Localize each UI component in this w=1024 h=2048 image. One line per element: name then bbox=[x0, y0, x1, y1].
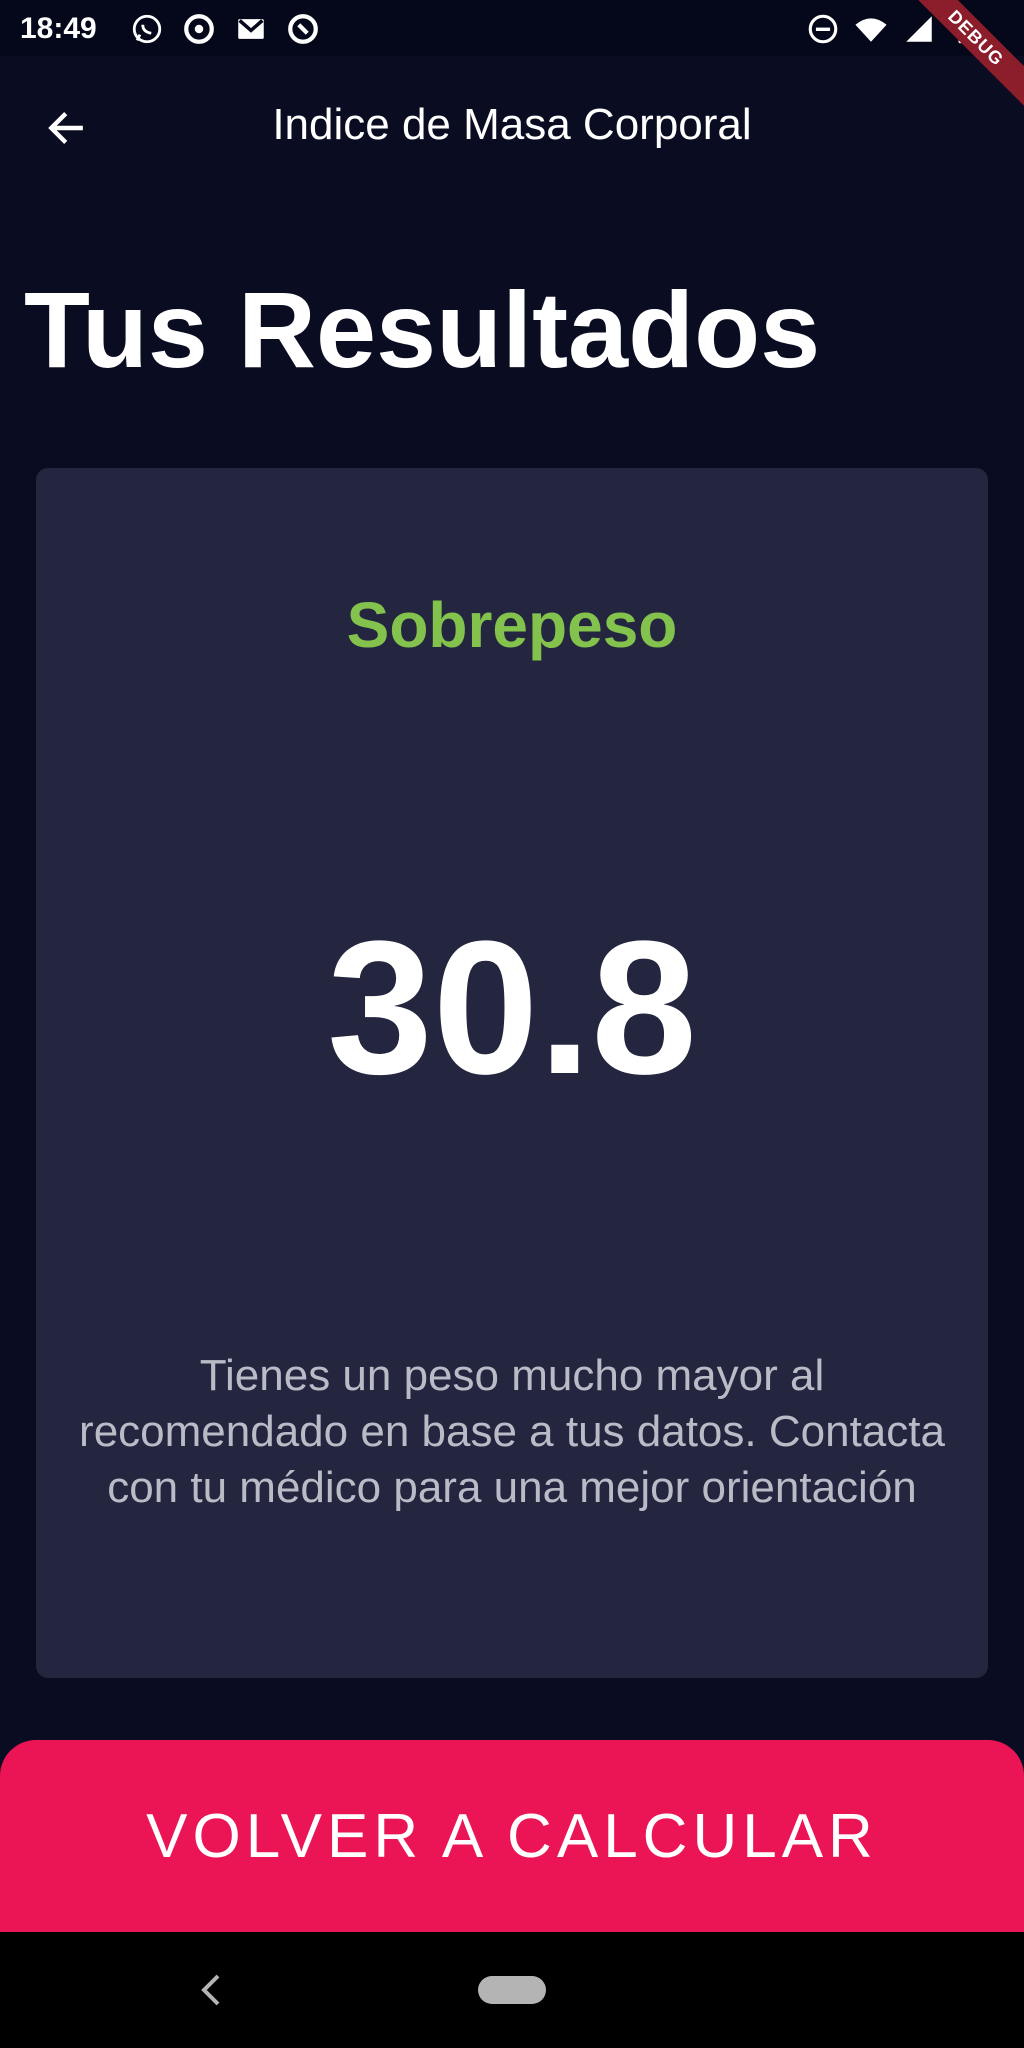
result-description: Tienes un peso mucho mayor al recomendad… bbox=[79, 1351, 945, 1512]
notification-icons bbox=[130, 12, 320, 46]
nav-back-icon[interactable] bbox=[196, 1970, 228, 2010]
wifi-icon bbox=[855, 18, 887, 42]
gmail-icon bbox=[238, 19, 264, 39]
bmi-value: 30.8 bbox=[327, 902, 697, 1114]
app-bar-title: Indice de Masa Corporal bbox=[272, 100, 752, 149]
cell-signal-icon bbox=[906, 16, 932, 42]
do-not-disturb-icon bbox=[808, 14, 838, 44]
page-title: Tus Resultados bbox=[24, 269, 821, 390]
recalculate-button[interactable]: VOLVER A CALCULAR bbox=[0, 1740, 1024, 1932]
nav-home-pill[interactable] bbox=[478, 1976, 546, 2004]
status-time: 18:49 bbox=[20, 12, 97, 45]
app-notification-icon bbox=[288, 14, 318, 44]
result-status: Sobrepeso bbox=[346, 589, 678, 661]
navigation-bar bbox=[0, 1932, 1024, 2048]
result-card: Sobrepeso 30.8 Tienes un peso mucho mayo… bbox=[36, 468, 988, 1678]
whatsapp-icon bbox=[132, 14, 162, 44]
app-notification-icon bbox=[184, 14, 214, 44]
status-bar: 18:49 bbox=[0, 0, 1024, 56]
app-bar: Indice de Masa Corporal bbox=[0, 56, 1024, 196]
screen: 18:49 DEBUG Indice de Masa Corporal Tus … bbox=[0, 0, 1024, 2048]
